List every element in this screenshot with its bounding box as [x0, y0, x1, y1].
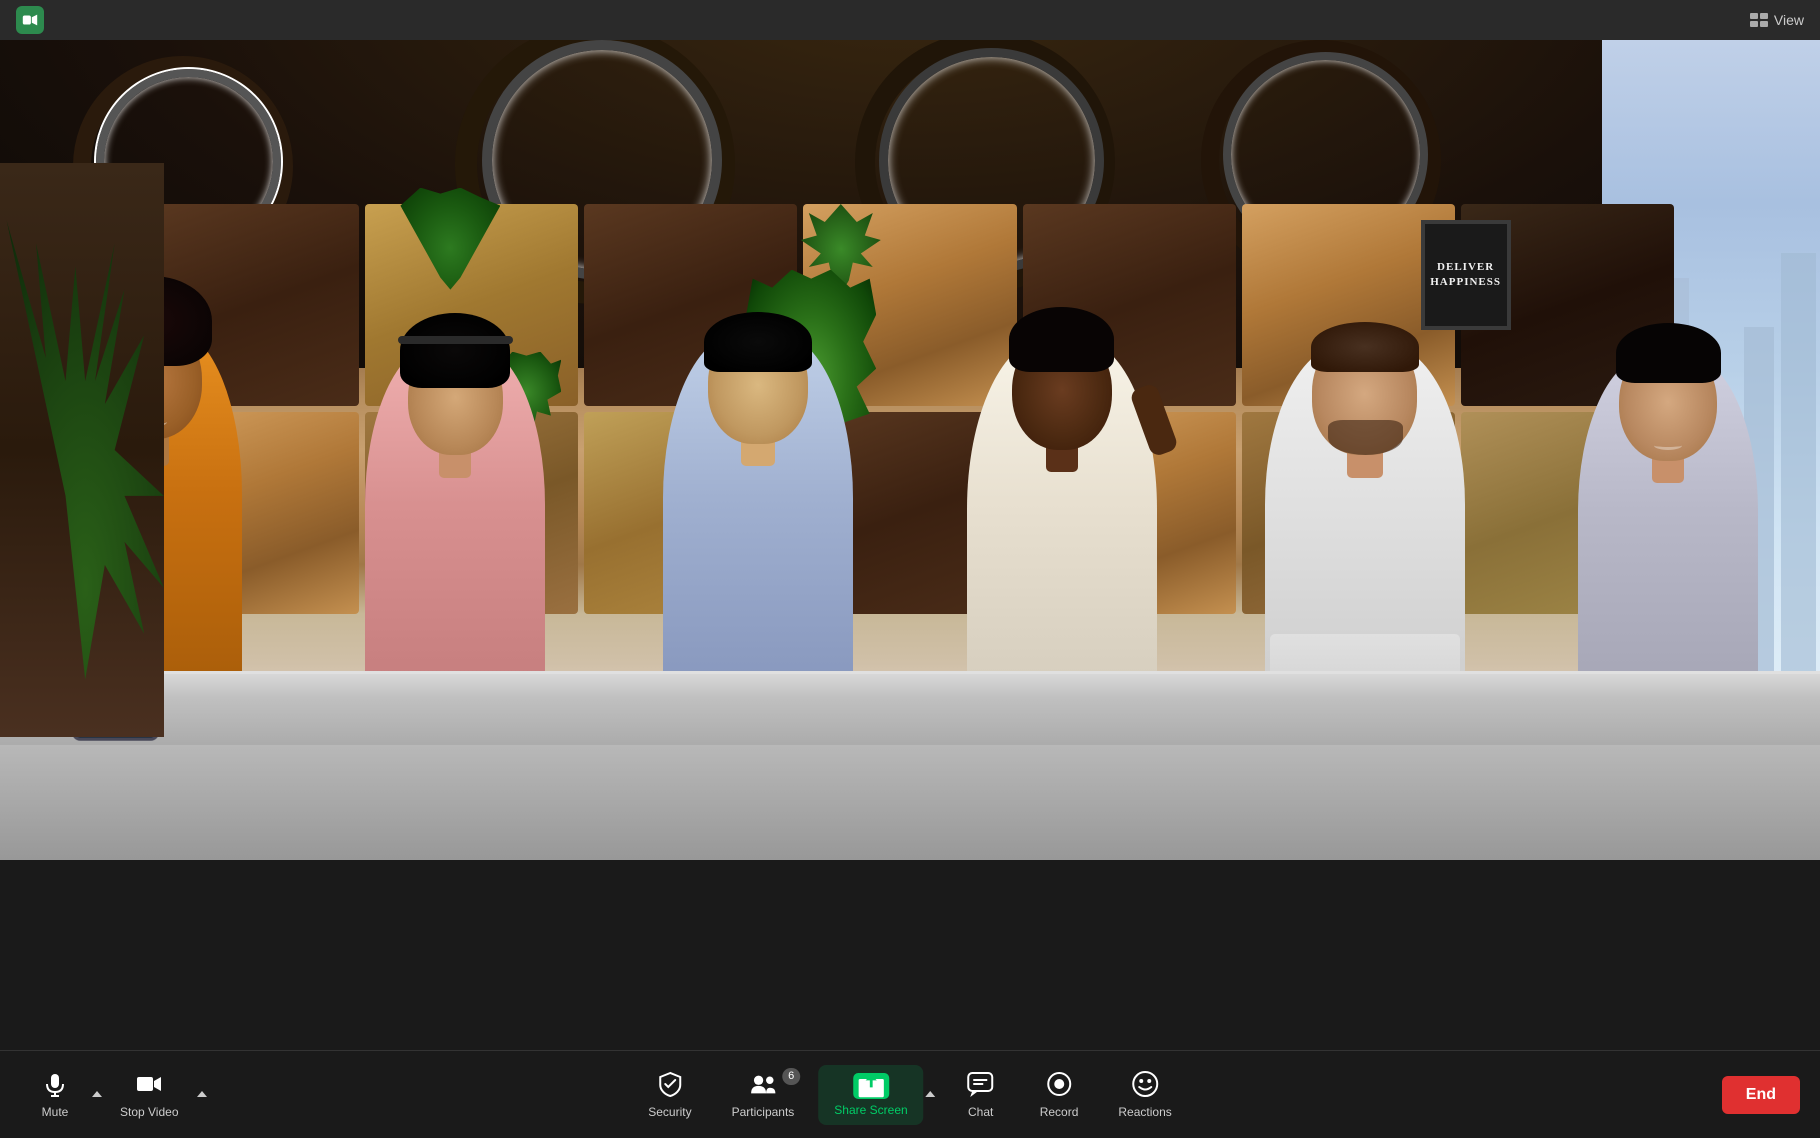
reactions-label: Reactions	[1118, 1105, 1171, 1119]
zoom-app-icon	[16, 6, 44, 34]
mute-group: Mute	[20, 1062, 104, 1127]
toolbar-right-controls: End	[1722, 1076, 1800, 1114]
reactions-icon	[1131, 1070, 1159, 1101]
lower-gray-area	[0, 745, 1820, 860]
person-2	[303, 188, 606, 746]
record-icon	[1045, 1070, 1073, 1101]
view-icon-cell	[1760, 13, 1768, 19]
app-icon-container	[16, 6, 44, 34]
person-6-smile	[1654, 441, 1682, 450]
security-button[interactable]: Security	[632, 1062, 707, 1127]
stop-video-button[interactable]: Stop Video	[104, 1062, 195, 1127]
mute-button[interactable]: Mute	[20, 1062, 90, 1127]
toolbar: Mute Stop Video	[0, 1050, 1820, 1138]
chat-label: Chat	[968, 1105, 993, 1119]
share-screen-icon	[853, 1073, 889, 1099]
participants-button[interactable]: 6 Participants	[716, 1062, 811, 1127]
person-2-hair	[400, 313, 510, 388]
stop-video-group: Stop Video	[104, 1062, 209, 1127]
video-icon	[135, 1070, 163, 1101]
zoom-logo-svg	[21, 11, 39, 29]
record-button[interactable]: Record	[1024, 1062, 1095, 1127]
view-icon-cell	[1750, 13, 1758, 19]
security-label: Security	[648, 1105, 691, 1119]
view-icon-cell	[1760, 21, 1768, 27]
toolbar-center-controls: Security 6 Participants	[632, 1062, 1188, 1127]
person-6-hair-top	[1616, 323, 1721, 383]
person-4	[910, 188, 1213, 746]
person-3-hair	[704, 312, 812, 372]
view-label: View	[1774, 12, 1804, 28]
person-4-hair-top	[1009, 307, 1114, 372]
left-wall-area	[0, 163, 164, 737]
conference-table	[0, 671, 1820, 753]
mute-chevron[interactable]	[90, 1087, 104, 1103]
chat-button[interactable]: Chat	[946, 1062, 1016, 1127]
main-video-area: DELIVER HAPPINESS	[0, 40, 1820, 860]
person-5-hair	[1311, 322, 1419, 372]
end-button[interactable]: End	[1722, 1076, 1800, 1114]
share-screen-chevron[interactable]	[924, 1087, 938, 1103]
participants-label: Participants	[732, 1105, 795, 1119]
video-chevron[interactable]	[195, 1087, 209, 1103]
toolbar-left-controls: Mute Stop Video	[20, 1062, 209, 1127]
person-2-headset	[398, 336, 513, 344]
stop-video-label: Stop Video	[120, 1105, 179, 1119]
participants-icon	[749, 1070, 777, 1101]
share-screen-button[interactable]: Share Screen	[818, 1065, 923, 1125]
share-screen-group: Share Screen	[818, 1065, 937, 1125]
mute-icon	[41, 1070, 69, 1101]
reactions-button[interactable]: Reactions	[1102, 1062, 1187, 1127]
person-5	[1213, 188, 1516, 746]
share-icon-box	[853, 1073, 889, 1099]
participants-count-badge: 6	[782, 1068, 800, 1085]
record-label: Record	[1040, 1105, 1079, 1119]
view-icon	[1750, 13, 1768, 27]
left-palm	[0, 220, 164, 679]
room-scene: DELIVER HAPPINESS	[0, 40, 1820, 860]
top-bar: View	[0, 0, 1820, 40]
person-3	[607, 188, 910, 746]
people-scene	[0, 188, 1820, 746]
chat-icon	[967, 1070, 995, 1101]
person-6	[1517, 188, 1820, 746]
view-button[interactable]: View	[1750, 12, 1804, 28]
security-icon	[656, 1070, 684, 1101]
share-screen-label: Share Screen	[834, 1103, 907, 1117]
view-icon-cell	[1750, 21, 1758, 27]
mute-label: Mute	[42, 1105, 69, 1119]
